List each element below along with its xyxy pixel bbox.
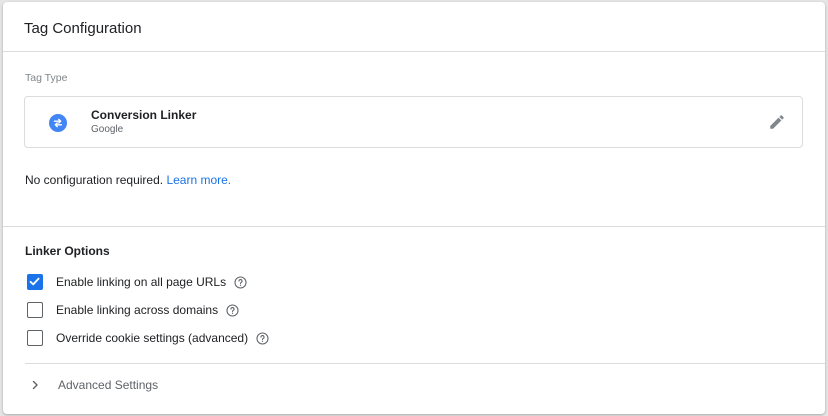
help-icon[interactable] — [226, 303, 239, 317]
option-label: Enable linking across domains — [56, 303, 219, 317]
override-cookie-settings-checkbox[interactable] — [27, 330, 43, 346]
chevron-right-icon — [32, 380, 38, 390]
help-icon[interactable] — [234, 275, 247, 289]
tag-type-vendor: Google — [91, 124, 124, 135]
conversion-linker-icon — [49, 114, 67, 132]
enable-linking-across-domains-checkbox[interactable] — [27, 302, 43, 318]
no-config-text: No configuration required. — [25, 173, 164, 187]
advanced-settings-toggle[interactable]: Advanced Settings — [29, 378, 158, 392]
option-enable-linking-across-domains[interactable]: Enable linking across domains — [27, 301, 239, 319]
learn-more-link[interactable]: Learn more. — [166, 173, 231, 187]
advanced-divider — [25, 363, 825, 364]
tag-type-label: Tag Type — [25, 72, 68, 84]
tag-type-selector[interactable]: Conversion Linker Google — [24, 96, 803, 148]
option-override-cookie-settings[interactable]: Override cookie settings (advanced) — [27, 329, 269, 347]
option-label: Override cookie settings (advanced) — [56, 331, 249, 345]
option-enable-linking-all-urls[interactable]: Enable linking on all page URLs — [27, 273, 247, 291]
enable-linking-all-urls-checkbox[interactable] — [27, 274, 43, 290]
pencil-edit-icon[interactable] — [768, 113, 786, 131]
no-config-message: No configuration required. Learn more. — [25, 173, 231, 187]
tag-configuration-card: Tag Configuration Tag Type Conversion Li… — [3, 2, 825, 414]
linker-options-title: Linker Options — [25, 244, 110, 258]
section-divider — [3, 226, 825, 227]
option-label: Enable linking on all page URLs — [56, 275, 227, 289]
help-icon[interactable] — [256, 331, 269, 345]
tag-type-name: Conversion Linker — [91, 108, 197, 122]
advanced-settings-label: Advanced Settings — [58, 378, 159, 392]
card-title: Tag Configuration — [3, 2, 825, 52]
